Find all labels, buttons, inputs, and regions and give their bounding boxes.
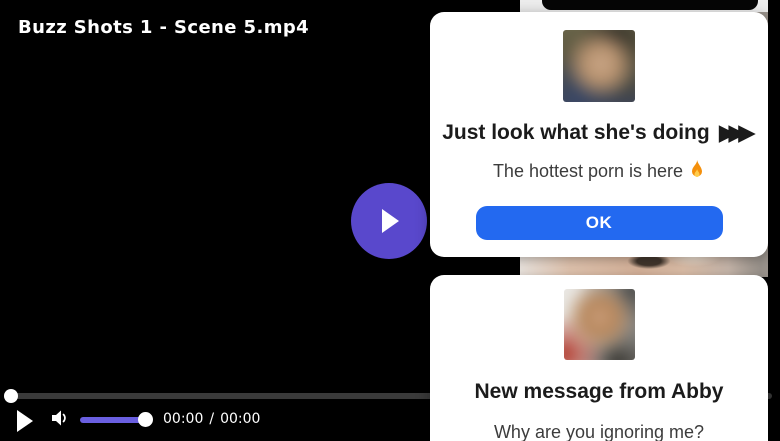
popup-promo[interactable]: Just look what she's doing ▶▶▶ The hottes… [430, 12, 768, 257]
popup-thumbnail[interactable] [563, 289, 635, 360]
popup-thumbnail[interactable] [563, 30, 635, 102]
volume-slider[interactable] [80, 412, 153, 427]
video-title: Buzz Shots 1 - Scene 5.mp4 [18, 17, 310, 38]
seek-handle[interactable] [4, 389, 18, 403]
current-time: 00:00 [163, 411, 204, 427]
play-icon [382, 209, 399, 233]
ok-button[interactable]: OK [475, 206, 723, 240]
popup-subtitle-text: The hottest porn is here [492, 161, 684, 181]
time-display: 00:00 / 00:00 [163, 411, 260, 427]
popup-heading: New message from Abby [474, 380, 724, 403]
popup-message[interactable]: New message from Abby Why are you ignori… [430, 275, 768, 441]
play-button[interactable] [16, 407, 42, 433]
ad-top-bar [542, 0, 758, 10]
big-play-button[interactable] [351, 183, 427, 259]
fire-icon [689, 160, 705, 186]
screen: Buzz Shots 1 - Scene 5.mp4 00:00 / 00:00 J… [0, 0, 780, 441]
speaker-icon [50, 410, 70, 431]
popup-heading-text: Just look what she's doing [442, 121, 710, 144]
triple-right-arrow-icon: ▶▶▶ [718, 120, 756, 146]
duration: 00:00 [220, 411, 261, 427]
mute-button[interactable] [49, 408, 71, 430]
volume-handle[interactable] [138, 412, 153, 427]
time-separator: / [209, 411, 215, 427]
popup-subtitle: The hottest porn is here [430, 160, 768, 186]
thumbnail-image [563, 30, 635, 102]
popup-subtitle: Why are you ignoring me? [493, 422, 705, 441]
popup-heading: Just look what she's doing ▶▶▶ [430, 119, 768, 146]
play-icon [17, 410, 33, 432]
thumbnail-image [563, 289, 635, 360]
